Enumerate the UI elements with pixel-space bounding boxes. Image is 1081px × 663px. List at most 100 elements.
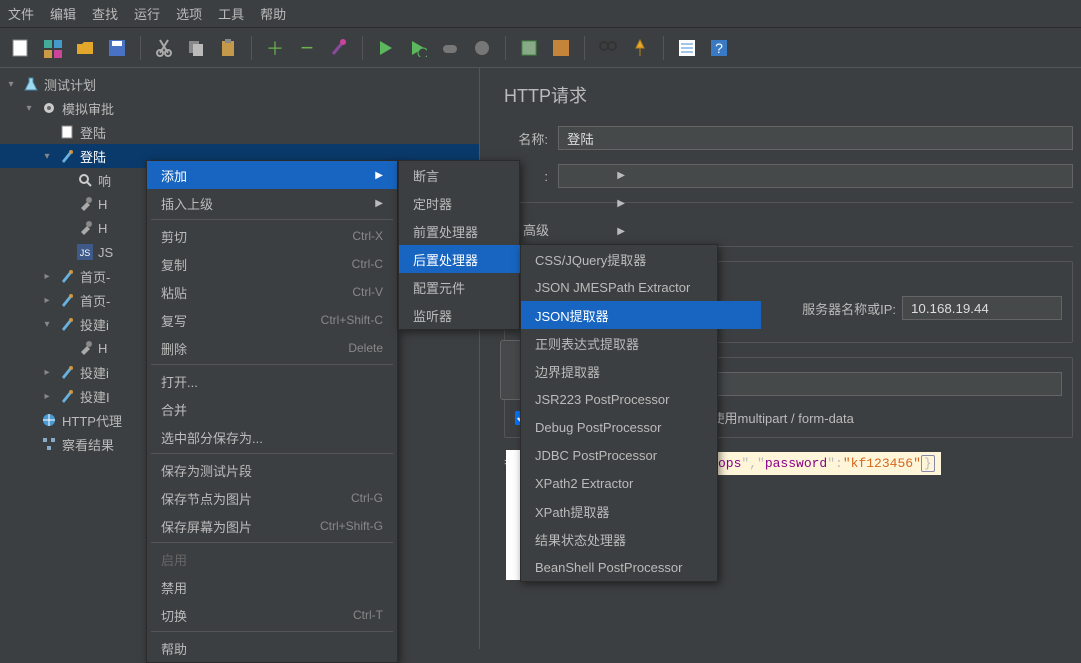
tree-label: HTTP代理 <box>62 411 122 430</box>
reset-search-icon[interactable] <box>627 35 653 61</box>
server-input[interactable] <box>902 296 1062 320</box>
menu-run[interactable]: 运行 <box>134 4 160 23</box>
menu-item[interactable]: 删除Delete <box>147 334 397 362</box>
menu-item[interactable]: 启用 <box>147 545 397 573</box>
chevron-icon[interactable]: ▾ <box>40 151 54 162</box>
menu-item-label: JSON提取器 <box>535 306 609 325</box>
chevron-icon[interactable]: ▸ <box>40 295 54 306</box>
context-menu: 添加▶插入上级▶ 剪切 Ctrl-X 复制Ctrl-C粘贴Ctrl-V复写Ctrl+S… <box>146 160 398 663</box>
open-icon[interactable] <box>72 35 98 61</box>
tree-label: 登陆 <box>80 123 106 142</box>
shortcut-label: Ctrl-G <box>351 491 383 505</box>
menu-item[interactable]: 前置处理器▶ <box>399 217 639 245</box>
shutdown-icon[interactable] <box>469 35 495 61</box>
mag-icon <box>76 171 94 189</box>
menu-item-label: 配置元件 <box>413 278 465 297</box>
menu-item[interactable]: 剪切 Ctrl-X <box>147 222 397 250</box>
menu-item[interactable]: XPath2 Extractor <box>521 469 761 497</box>
chevron-icon[interactable]: ▸ <box>40 367 54 378</box>
cut-icon[interactable] <box>151 35 177 61</box>
menu-item[interactable]: 选中部分保存为... <box>147 423 397 451</box>
menu-item[interactable]: 定时器▶ <box>399 189 639 217</box>
new-icon[interactable] <box>8 35 34 61</box>
menu-file[interactable]: 文件 <box>8 4 34 23</box>
menu-item[interactable]: 粘贴Ctrl-V <box>147 278 397 306</box>
chevron-icon[interactable]: ▸ <box>40 271 54 282</box>
menu-item[interactable]: 帮助 <box>147 634 397 662</box>
name-input[interactable] <box>558 126 1073 150</box>
globe-icon <box>40 411 58 429</box>
menu-item[interactable]: JSR223 PostProcessor <box>521 385 761 413</box>
menubar: 文件 编辑 查找 运行 选项 工具 帮助 <box>0 0 1081 28</box>
name-label: 名称: <box>504 129 548 148</box>
templates-icon[interactable] <box>40 35 66 61</box>
menu-item[interactable]: 保存为测试片段 <box>147 456 397 484</box>
menu-item[interactable]: JSON提取器 <box>521 301 761 329</box>
menu-item-label: 保存为测试片段 <box>161 461 252 480</box>
start-notimers-icon[interactable] <box>405 35 431 61</box>
clear-icon[interactable] <box>516 35 542 61</box>
collapse-icon[interactable]: − <box>294 35 320 61</box>
menu-edit[interactable]: 编辑 <box>50 4 76 23</box>
shortcut-label: Ctrl-X <box>352 229 383 243</box>
menu-item[interactable]: 断言▶ <box>399 161 639 189</box>
menu-item-label: 结果状态处理器 <box>535 530 626 549</box>
search-icon[interactable] <box>595 35 621 61</box>
toggle-icon[interactable] <box>326 35 352 61</box>
menu-item[interactable]: 保存屏幕为图片Ctrl+Shift-G <box>147 512 397 540</box>
chevron-icon[interactable]: ▾ <box>4 79 18 90</box>
menu-item[interactable]: CSS/JQuery提取器 <box>521 245 761 273</box>
tree-label: 首页- <box>80 291 110 310</box>
menu-item[interactable]: BeanShell PostProcessor <box>521 553 761 581</box>
menu-item[interactable]: Debug PostProcessor <box>521 413 761 441</box>
menu-help[interactable]: 帮助 <box>260 4 286 23</box>
save-icon[interactable] <box>104 35 130 61</box>
chevron-icon[interactable]: ▾ <box>22 103 36 114</box>
menu-item-label: 定时器 <box>413 194 452 213</box>
tree-item[interactable]: ▾ 测试计划 <box>0 72 479 96</box>
menu-item[interactable]: XPath提取器 <box>521 497 761 525</box>
clear-all-icon[interactable] <box>548 35 574 61</box>
menu-item[interactable]: 复写Ctrl+Shift-C <box>147 306 397 334</box>
expand-icon[interactable]: ＋ <box>262 35 288 61</box>
menu-item-label: 后置处理器 <box>413 250 478 269</box>
menu-item[interactable]: 正则表达式提取器 <box>521 329 761 357</box>
stop-icon[interactable] <box>437 35 463 61</box>
menu-item[interactable]: 结果状态处理器 <box>521 525 761 553</box>
menu-item[interactable]: 打开... <box>147 367 397 395</box>
menu-tools[interactable]: 工具 <box>218 4 244 23</box>
chevron-icon[interactable]: ▸ <box>40 391 54 402</box>
menu-item[interactable]: JSON JMESPath Extractor <box>521 273 761 301</box>
menu-item[interactable]: 保存节点为图片Ctrl-G <box>147 484 397 512</box>
shortcut-label: Delete <box>348 341 383 355</box>
function-helper-icon[interactable] <box>674 35 700 61</box>
page-icon <box>58 123 76 141</box>
shortcut-label: Ctrl+Shift-C <box>321 313 383 327</box>
tree-item[interactable]: ▾ 模拟审批 <box>0 96 479 120</box>
menu-item[interactable]: 边界提取器 <box>521 357 761 385</box>
menu-search[interactable]: 查找 <box>92 4 118 23</box>
tree-label: 登陆 <box>80 147 106 166</box>
menu-item[interactable]: 禁用 <box>147 573 397 601</box>
menu-item-label: 帮助 <box>161 639 187 658</box>
menu-item-label: XPath提取器 <box>535 502 609 521</box>
pen-icon <box>58 387 76 405</box>
menu-item-label: JDBC PostProcessor <box>535 448 657 463</box>
copy-icon[interactable] <box>183 35 209 61</box>
tree-item[interactable]: 登陆 <box>0 120 479 144</box>
menu-item-label: 剪切 <box>161 227 187 246</box>
menu-item[interactable]: 切换Ctrl-T <box>147 601 397 629</box>
help-icon[interactable]: ? <box>706 35 732 61</box>
menu-item[interactable]: 插入上级▶ <box>147 189 397 217</box>
chevron-icon[interactable]: ▾ <box>40 319 54 330</box>
menu-item[interactable]: 添加▶ <box>147 161 397 189</box>
menu-item-label: JSON JMESPath Extractor <box>535 280 690 295</box>
menu-item-label: 切换 <box>161 606 187 625</box>
menu-item-label: 启用 <box>161 550 187 569</box>
menu-item[interactable]: 合并 <box>147 395 397 423</box>
menu-item[interactable]: JDBC PostProcessor <box>521 441 761 469</box>
menu-options[interactable]: 选项 <box>176 4 202 23</box>
start-icon[interactable] <box>373 35 399 61</box>
paste-icon[interactable] <box>215 35 241 61</box>
menu-item[interactable]: 复制Ctrl-C <box>147 250 397 278</box>
